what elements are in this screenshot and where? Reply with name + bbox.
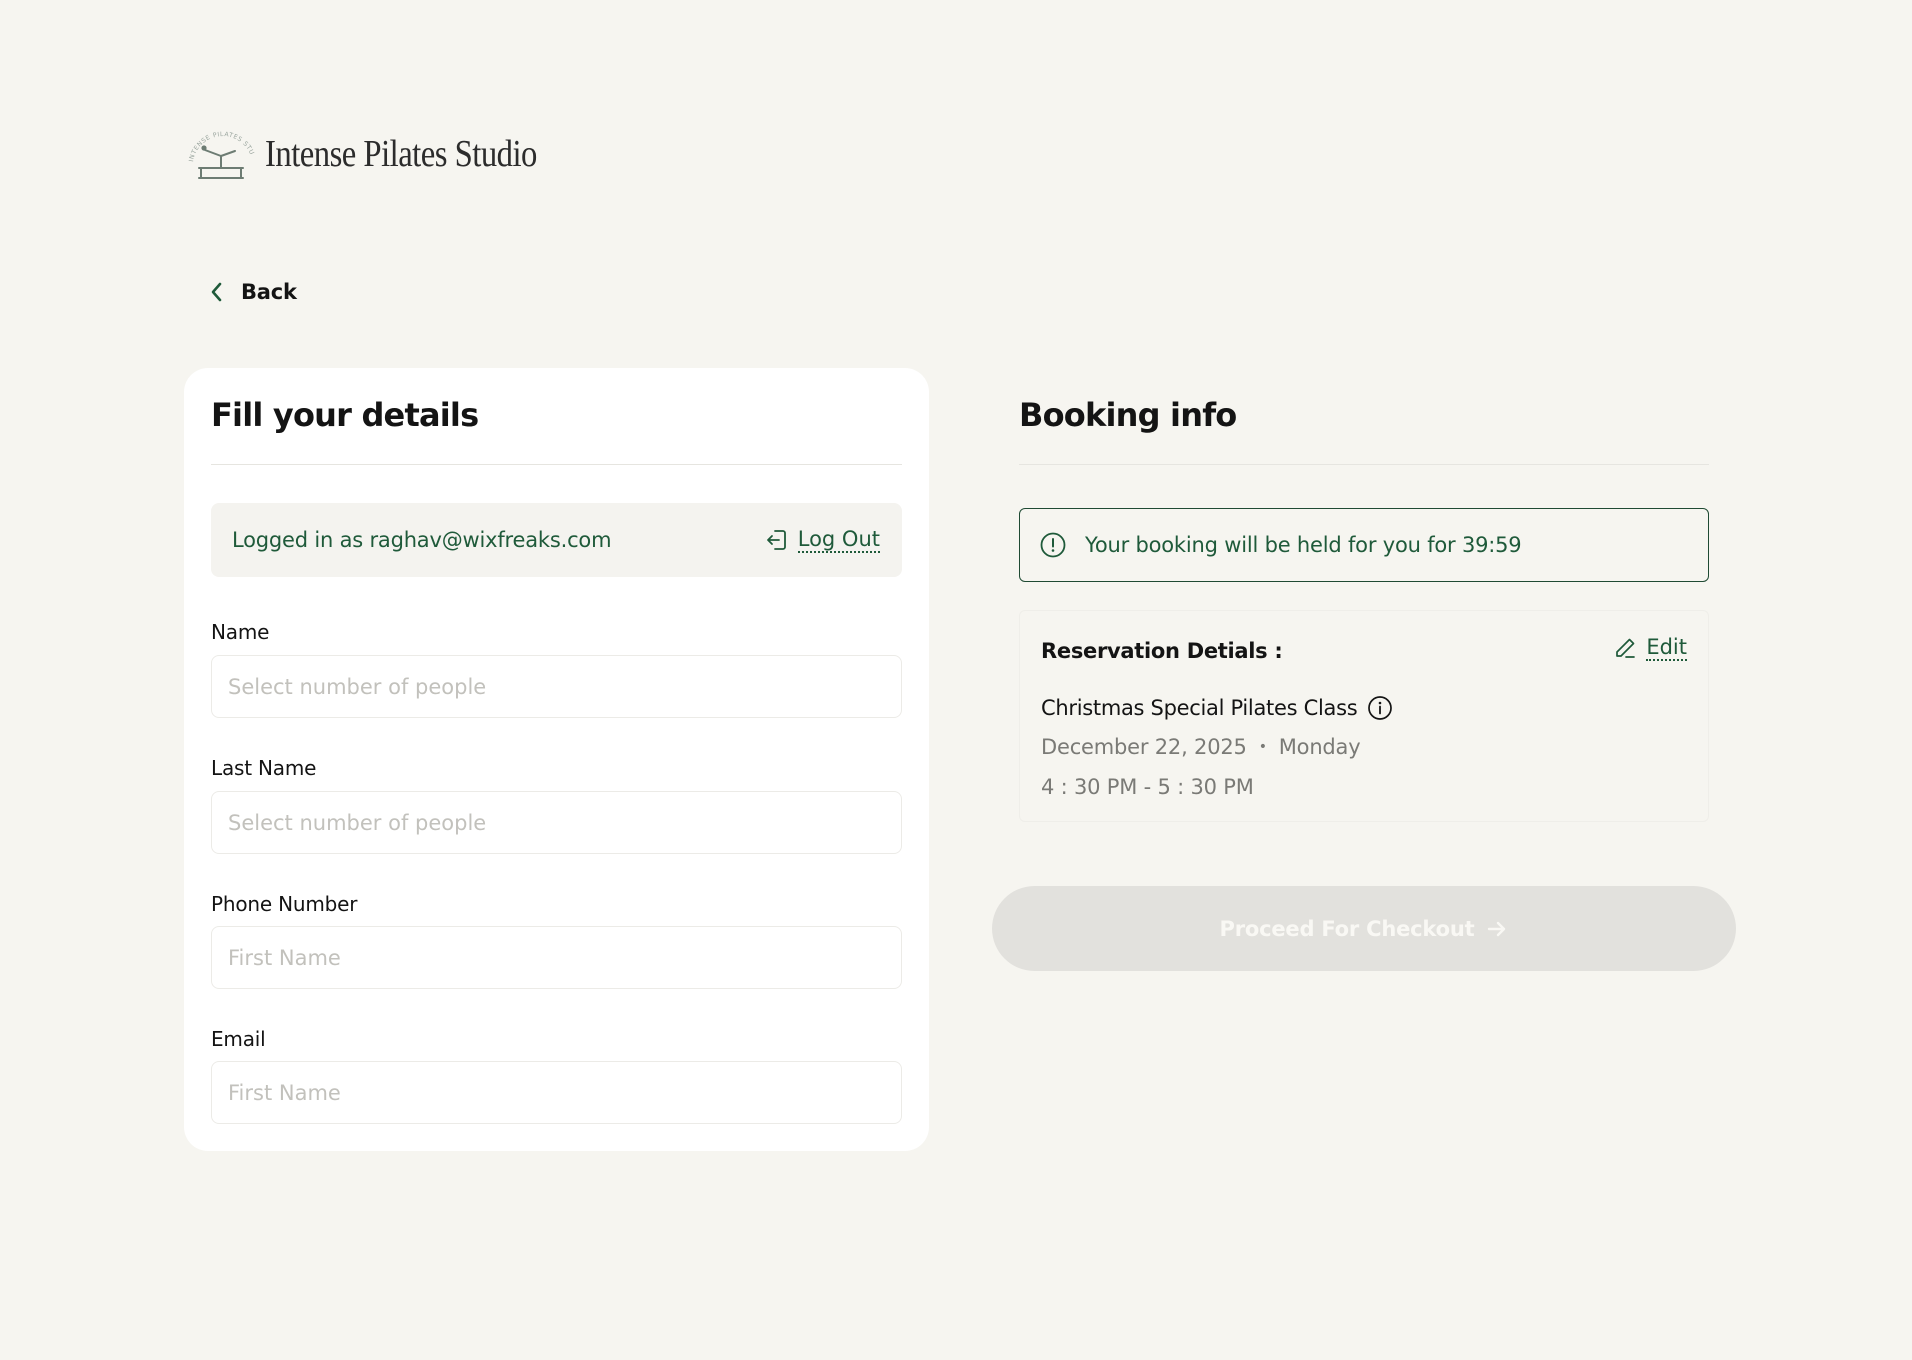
pencil-icon: [1616, 638, 1636, 658]
booking-divider: [1019, 464, 1709, 465]
proceed-checkout-button[interactable]: Proceed For Checkout: [992, 886, 1736, 971]
checkout-page: INTENSE PILATES STUDIO Intense Pilates S…: [0, 0, 1912, 1360]
edit-label: Edit: [1646, 635, 1687, 661]
phone-number-input[interactable]: [211, 926, 902, 989]
logout-button[interactable]: Log Out: [765, 527, 880, 553]
login-status-bar: Logged in as raghav@wixfreaks.com Log Ou…: [211, 503, 902, 577]
reservation-details-card: Reservation Detials : Edit Christmas Spe…: [1019, 610, 1709, 822]
back-button[interactable]: Back: [207, 280, 297, 304]
class-name: Christmas Special Pilates Class: [1041, 696, 1358, 720]
class-day: Monday: [1278, 735, 1361, 759]
details-card: Fill your details Logged in as raghav@wi…: [184, 368, 929, 1151]
last-name-label: Last Name: [211, 756, 317, 780]
hold-timer-text: Your booking will be held for you for 39…: [1085, 533, 1522, 557]
booking-hold-notice: Your booking will be held for you for 39…: [1019, 508, 1709, 582]
email-input[interactable]: [211, 1061, 902, 1124]
studio-name: Intense Pilates Studio: [265, 133, 537, 175]
details-divider: [211, 464, 902, 465]
info-icon[interactable]: [1367, 695, 1393, 721]
checkout-label: Proceed For Checkout: [1219, 916, 1475, 941]
pilates-reformer-logo-icon: INTENSE PILATES STUDIO: [185, 126, 255, 179]
booking-title: Booking info: [1019, 396, 1237, 434]
last-name-input[interactable]: [211, 791, 902, 854]
reservation-title: Reservation Detials :: [1041, 639, 1283, 663]
name-input[interactable]: [211, 655, 902, 718]
logout-icon: [766, 530, 786, 550]
logout-label: Log Out: [797, 527, 880, 553]
edit-reservation-button[interactable]: Edit: [1613, 635, 1687, 661]
class-time: 4 : 30 PM - 5 : 30 PM: [1041, 775, 1254, 799]
date-row: December 22, 2025 • Monday: [1041, 735, 1361, 759]
alert-circle-icon: [1040, 532, 1066, 558]
name-label: Name: [211, 620, 270, 644]
email-label: Email: [211, 1027, 266, 1051]
class-date: December 22, 2025: [1041, 735, 1247, 759]
phone-number-label: Phone Number: [211, 892, 358, 916]
arrow-right-icon: [1488, 921, 1506, 936]
back-label: Back: [241, 280, 297, 304]
chevron-left-icon: [211, 282, 222, 302]
details-title: Fill your details: [211, 396, 479, 434]
separator-dot: •: [1258, 739, 1267, 755]
studio-logo[interactable]: INTENSE PILATES STUDIO Intense Pilates S…: [185, 126, 581, 182]
class-row: Christmas Special Pilates Class: [1041, 695, 1393, 721]
logged-in-text: Logged in as raghav@wixfreaks.com: [232, 528, 612, 552]
